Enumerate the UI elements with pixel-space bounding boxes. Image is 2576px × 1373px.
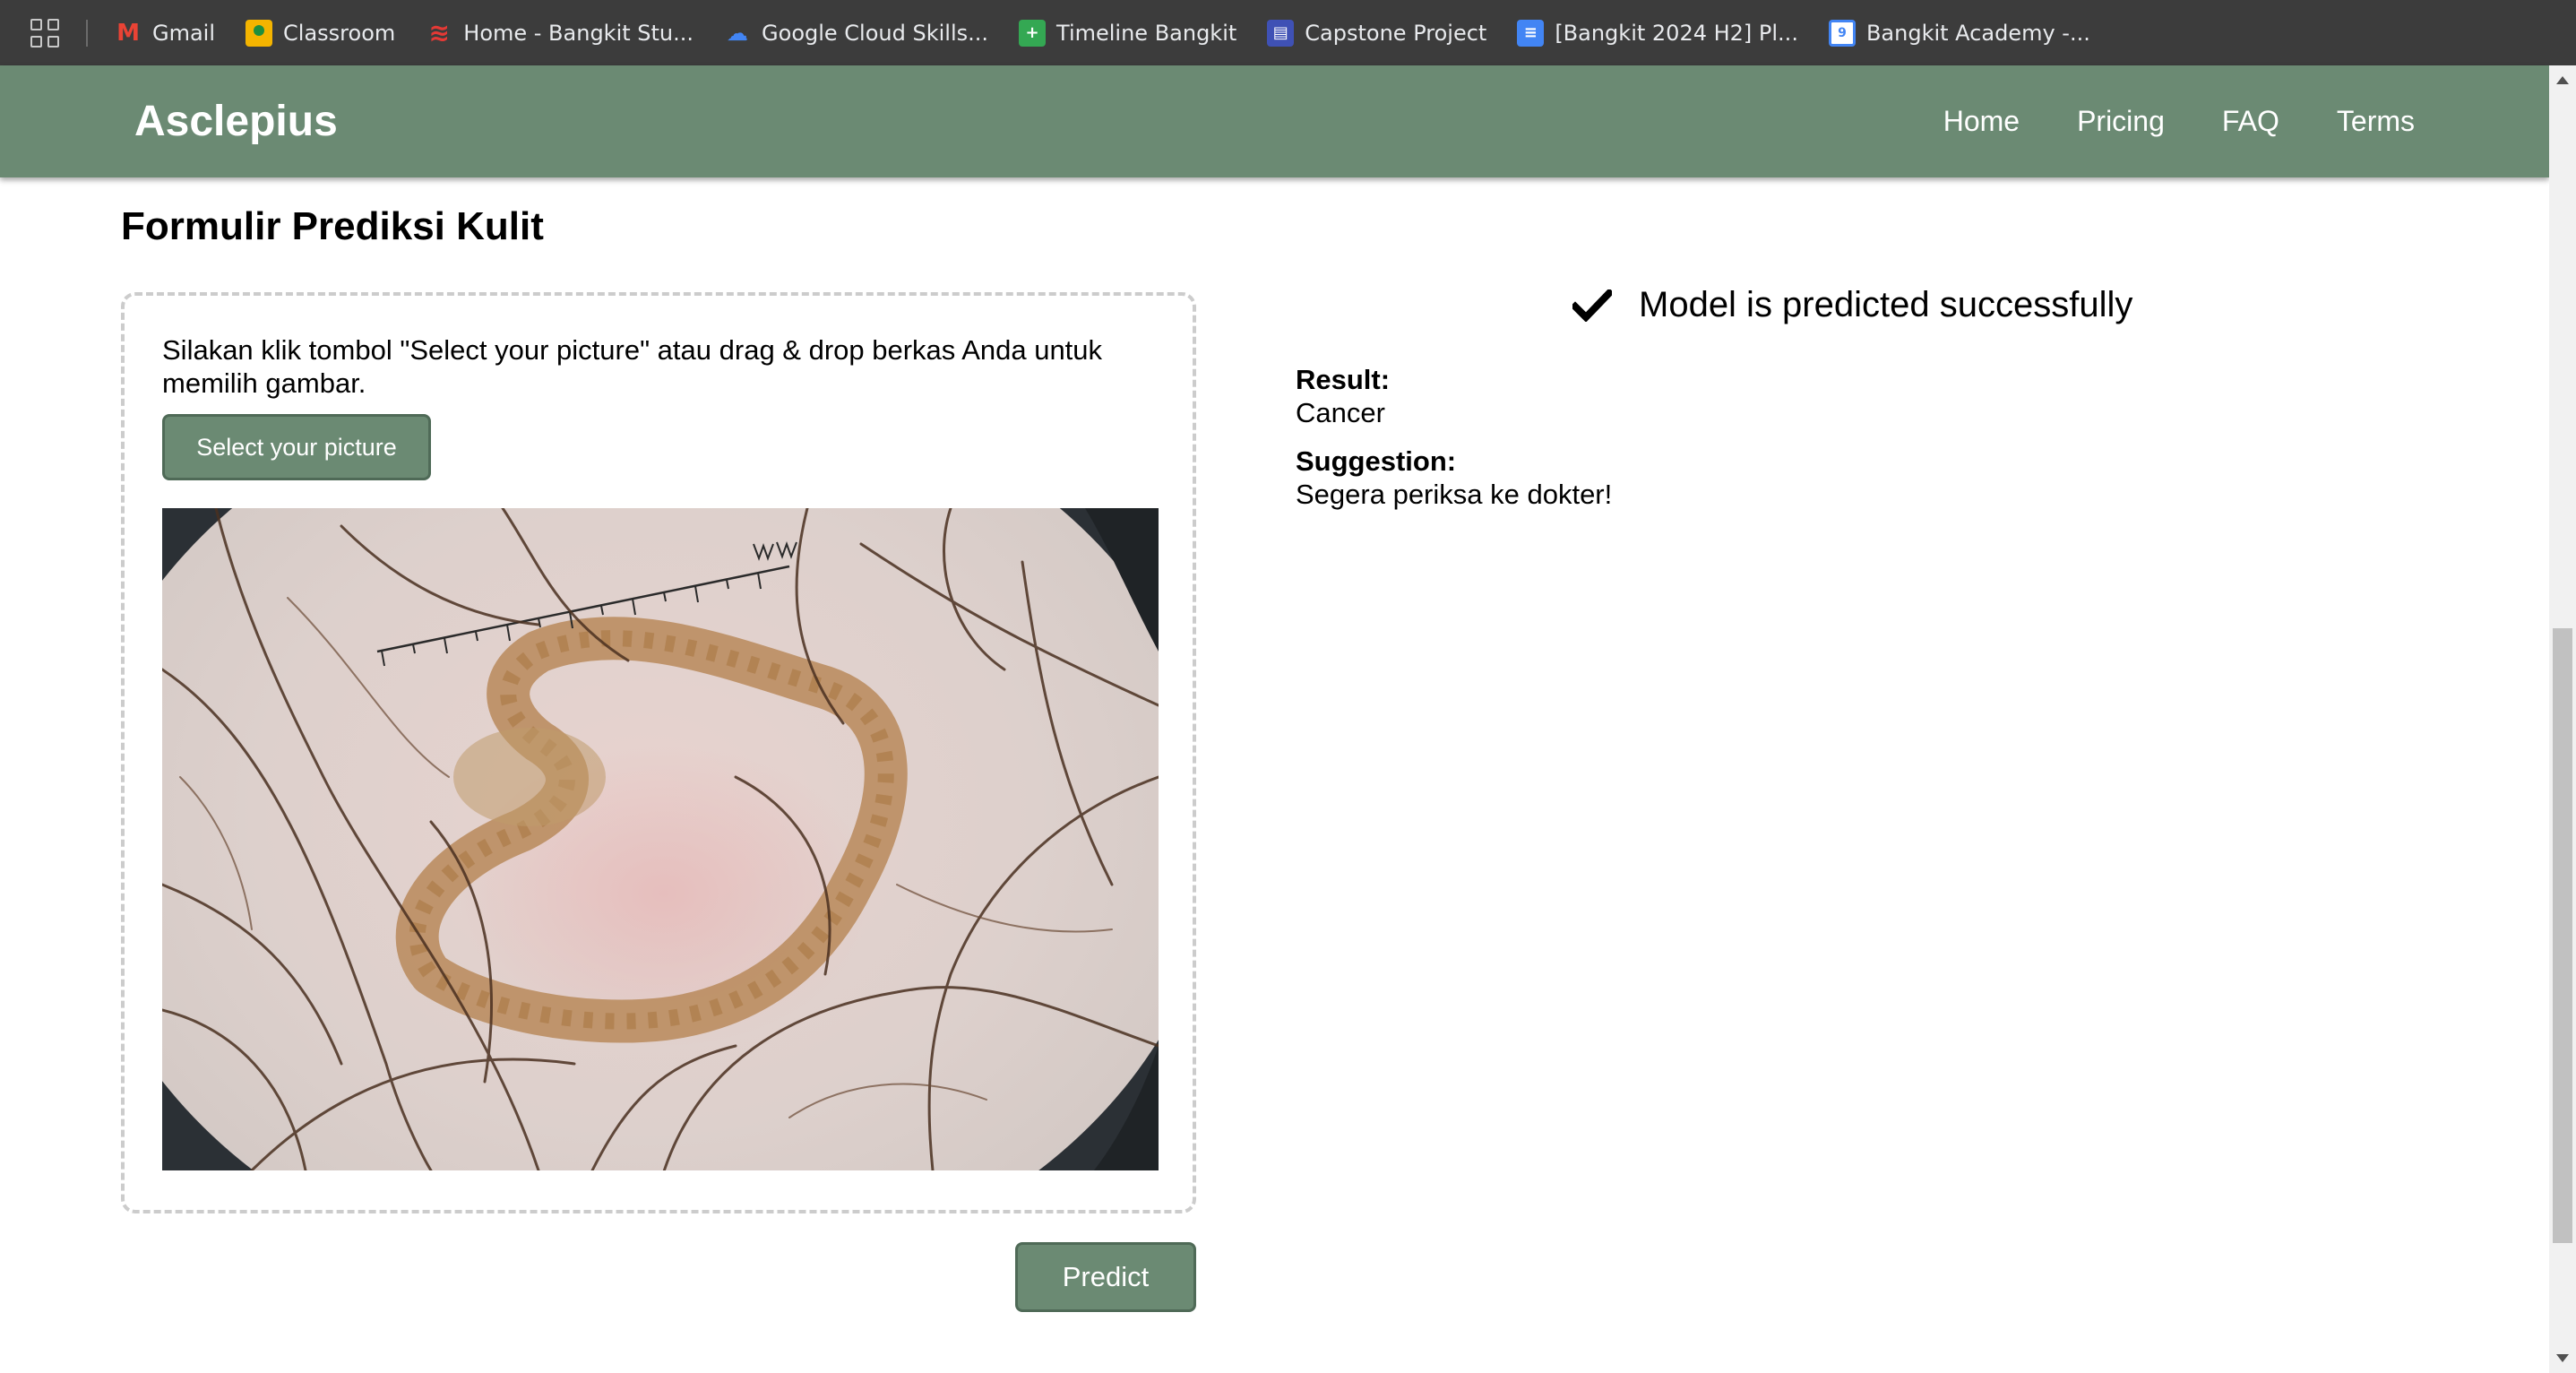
google-cloud-icon: ☁ [727, 20, 749, 46]
sheets-icon: + [1019, 19, 1047, 47]
bookmark-label: Capstone Project [1305, 20, 1487, 46]
bookmark-label: Classroom [283, 20, 396, 46]
bookmark-label: [Bangkit 2024 H2] Pl... [1555, 20, 1798, 46]
bookmark-label: Bangkit Academy -... [1865, 20, 2090, 46]
nav-terms[interactable]: Terms [2337, 105, 2415, 138]
predict-button[interactable]: Predict [1015, 1242, 1196, 1312]
bookmarks-divider [86, 19, 88, 47]
bookmark-classroom[interactable]: Classroom [246, 19, 396, 47]
bookmark-plan-doc[interactable]: ≡ [Bangkit 2024 H2] Pl... [1517, 19, 1798, 47]
calendar-icon: 9 [1828, 19, 1856, 47]
suggestion-label: Suggestion: [1296, 445, 1457, 477]
apps-grid-icon[interactable] [30, 18, 59, 47]
status-text: Model is predicted successfully [1639, 285, 2133, 324]
bookmark-timeline[interactable]: + Timeline Bangkit [1019, 19, 1237, 47]
gmail-icon: M [116, 19, 140, 47]
main-nav: Home Pricing FAQ Terms [1943, 105, 2415, 138]
bookmark-bangkit-home[interactable]: ≋ Home - Bangkit Stu... [426, 18, 694, 47]
scroll-thumb[interactable] [2553, 628, 2572, 1243]
scroll-down-icon[interactable] [2556, 1354, 2569, 1362]
result-value: Cancer [1296, 397, 1385, 428]
page-title: Formulir Prediksi Kulit [121, 204, 544, 248]
classroom-icon [246, 19, 273, 47]
brand-logo[interactable]: Asclepius [134, 97, 338, 146]
bookmark-capstone[interactable]: ▤ Capstone Project [1267, 19, 1487, 47]
nav-pricing[interactable]: Pricing [2077, 105, 2165, 138]
upload-dropzone[interactable]: Silakan klik tombol "Select your picture… [121, 292, 1196, 1213]
sites-icon: ▤ [1267, 19, 1295, 47]
dicoding-icon: ≋ [428, 18, 450, 47]
preview-image [162, 508, 1159, 1170]
nav-home[interactable]: Home [1943, 105, 2020, 138]
page-scrollbar[interactable] [2549, 65, 2576, 1373]
bookmark-label: Google Cloud Skills... [762, 20, 989, 46]
result-label: Result: [1296, 364, 1391, 395]
dermoscopy-image [162, 508, 1159, 1170]
site-header: Asclepius Home Pricing FAQ Terms [0, 65, 2549, 177]
scroll-up-icon[interactable] [2556, 76, 2569, 84]
checkmark-icon [1572, 289, 1612, 322]
bookmarks-bar: M Gmail Classroom ≋ Home - Bangkit Stu..… [0, 0, 2576, 65]
prediction-status: Model is predicted successfully [1572, 285, 2132, 325]
docs-icon: ≡ [1517, 19, 1545, 47]
bookmark-gmail[interactable]: M Gmail [115, 20, 215, 47]
bookmark-label: Home - Bangkit Stu... [463, 20, 694, 46]
suggestion-value: Segera periksa ke dokter! [1296, 479, 1613, 510]
select-picture-button[interactable]: Select your picture [162, 414, 431, 480]
bookmark-google-cloud[interactable]: ☁ Google Cloud Skills... [724, 20, 988, 47]
bookmark-label: Gmail [152, 20, 216, 46]
upload-instruction: Silakan klik tombol "Select your picture… [162, 334, 1103, 399]
bookmark-label: Timeline Bangkit [1056, 20, 1237, 46]
nav-faq[interactable]: FAQ [2222, 105, 2279, 138]
bookmark-bangkit-academy[interactable]: 9 Bangkit Academy -... [1828, 19, 2090, 47]
